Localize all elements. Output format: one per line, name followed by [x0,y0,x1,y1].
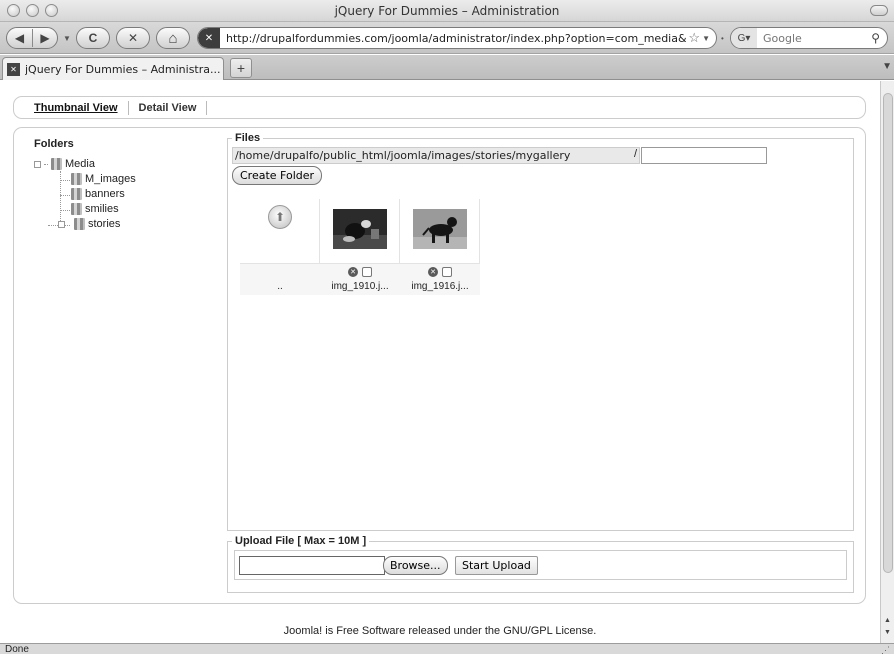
status-bar: Done ⋰ [0,643,894,654]
new-folder-input[interactable] [641,147,767,164]
stop-button[interactable]: ✕ [116,27,150,49]
file-item-parent[interactable]: ⬆ .. [240,199,320,295]
license-link[interactable]: GNU/GPL License [503,625,593,637]
upload-form: Browse... Start Upload [234,550,847,580]
search-magnifier-icon[interactable]: ⚲ [871,31,887,45]
window-title: jQuery For Dummies – Administration [334,4,560,18]
tree-connector [60,180,70,181]
footer-suffix: . [593,625,597,637]
scrollbar-thumb[interactable] [883,93,893,573]
tree-item-banners[interactable]: banners [71,188,125,200]
media-manager-panel: Folders Media M_images banners smilies s… [13,127,866,604]
page-content: Thumbnail View Detail View Folders Media… [0,81,880,643]
tab-administration[interactable]: ✕ jQuery For Dummies – Administra... [2,57,224,80]
tree-item-label: stories [88,218,121,230]
url-history-dropdown-icon[interactable]: ▼ [702,34,716,43]
view-separator [127,100,129,115]
tab-bar: ✕ jQuery For Dummies – Administra... + ▼ [0,55,894,80]
folder-icon [71,203,82,215]
upload-file-input[interactable] [239,556,385,575]
tree-item-label: Media [65,158,95,170]
scroll-down-arrow-icon[interactable]: ▼ [884,629,891,636]
separator-dot-icon: • [721,34,724,43]
file-thumbnail-grid: ⬆ .. ✕ img_1910.j... ✕ img_1916.j... [240,199,480,295]
current-path-field: /home/drupalfo/public_html/joomla/images… [232,147,640,164]
history-dropdown-icon[interactable]: ▼ [63,34,71,43]
bookmark-star-icon[interactable]: ☆ [686,30,702,46]
folder-up-icon[interactable]: ⬆ [268,205,292,229]
search-input[interactable] [757,31,872,45]
tree-item-stories[interactable]: stories [58,218,120,230]
reload-icon: C [88,31,98,45]
site-favicon-icon: ✕ [198,28,220,48]
home-icon: ⌂ [168,29,178,47]
address-bar[interactable]: ✕ http://drupalfordummies.com/joomla/adm… [197,27,717,49]
folder-icon [74,218,85,230]
files-fieldset: Files /home/drupalfo/public_html/joomla/… [227,132,854,531]
home-button[interactable]: ⌂ [156,27,190,49]
tree-connector [60,210,70,211]
file-name: img_1916.j... [411,281,469,292]
thumbnail-view-link[interactable]: Thumbnail View [34,102,118,114]
delete-icon[interactable]: ✕ [428,267,438,277]
folders-heading: Folders [34,138,74,150]
navigation-toolbar: ◀ ▶ ▼ C ✕ ⌂ ✕ http://drupalfordummies.co… [0,22,894,54]
reload-button[interactable]: C [76,27,110,49]
view-separator-end [206,100,208,115]
tab-favicon-icon: ✕ [7,62,20,76]
tree-item-label: M_images [85,173,136,185]
select-checkbox[interactable] [362,267,372,277]
detail-view-link[interactable]: Detail View [139,102,197,114]
tree-expander-icon[interactable] [34,160,41,168]
image-thumbnail-icon[interactable] [413,209,467,249]
scroll-up-arrow-icon[interactable]: ▲ [884,617,891,624]
vertical-scrollbar[interactable]: ▲ ▼ [880,81,894,643]
search-box[interactable]: G▾ ⚲ [730,27,888,49]
tree-connector [60,195,70,196]
back-forward-group: ◀ ▶ [6,27,58,49]
path-separator: / [634,148,638,160]
new-tab-button[interactable]: + [230,58,252,78]
upload-fieldset: Upload File [ Max = 10M ] Browse... Star… [227,535,854,593]
delete-icon[interactable]: ✕ [348,267,358,277]
tree-expander-icon[interactable] [58,220,65,228]
tree-item-label: smilies [85,203,119,215]
upload-legend: Upload File [ Max = 10M ] [232,535,370,547]
image-thumbnail-icon[interactable] [333,209,387,249]
file-name: img_1910.j... [331,281,389,292]
status-text: Done [5,644,29,654]
footer-text: Joomla! is Free Software released under … [283,625,504,637]
resize-grip-icon[interactable]: ⋰ [881,644,890,654]
tab-label: jQuery For Dummies – Administra... [25,62,221,76]
start-upload-button[interactable]: Start Upload [455,556,538,575]
tree-item-smilies[interactable]: smilies [71,203,119,215]
url-text[interactable]: http://drupalfordummies.com/joomla/admin… [220,32,686,45]
folder-icon [71,173,82,185]
select-checkbox[interactable] [442,267,452,277]
create-folder-button[interactable]: Create Folder [232,166,323,185]
window-title-bar: jQuery For Dummies – Administration [0,0,894,22]
file-item-image[interactable]: ✕ img_1916.j... [400,199,480,295]
tree-connector [60,171,61,223]
folder-icon [51,158,62,170]
back-arrow-icon[interactable]: ◀ [7,31,32,45]
files-legend: Files [232,132,264,144]
file-name: .. [277,281,283,292]
browse-button[interactable]: Browse... [383,556,448,575]
view-switcher: Thumbnail View Detail View [13,96,866,119]
toolbar-toggle-button[interactable] [870,5,888,16]
folder-icon [71,188,82,200]
tree-item-m-images[interactable]: M_images [71,173,136,185]
tab-list-menu-icon[interactable]: ▼ [882,61,892,72]
search-engine-icon[interactable]: G▾ [731,28,757,48]
page-footer: Joomla! is Free Software released under … [0,625,880,637]
file-item-image[interactable]: ✕ img_1910.j... [320,199,400,295]
tree-item-media[interactable]: Media [34,158,95,170]
stop-icon: ✕ [127,31,139,45]
forward-arrow-icon[interactable]: ▶ [33,31,57,45]
tree-item-label: banners [85,188,125,200]
